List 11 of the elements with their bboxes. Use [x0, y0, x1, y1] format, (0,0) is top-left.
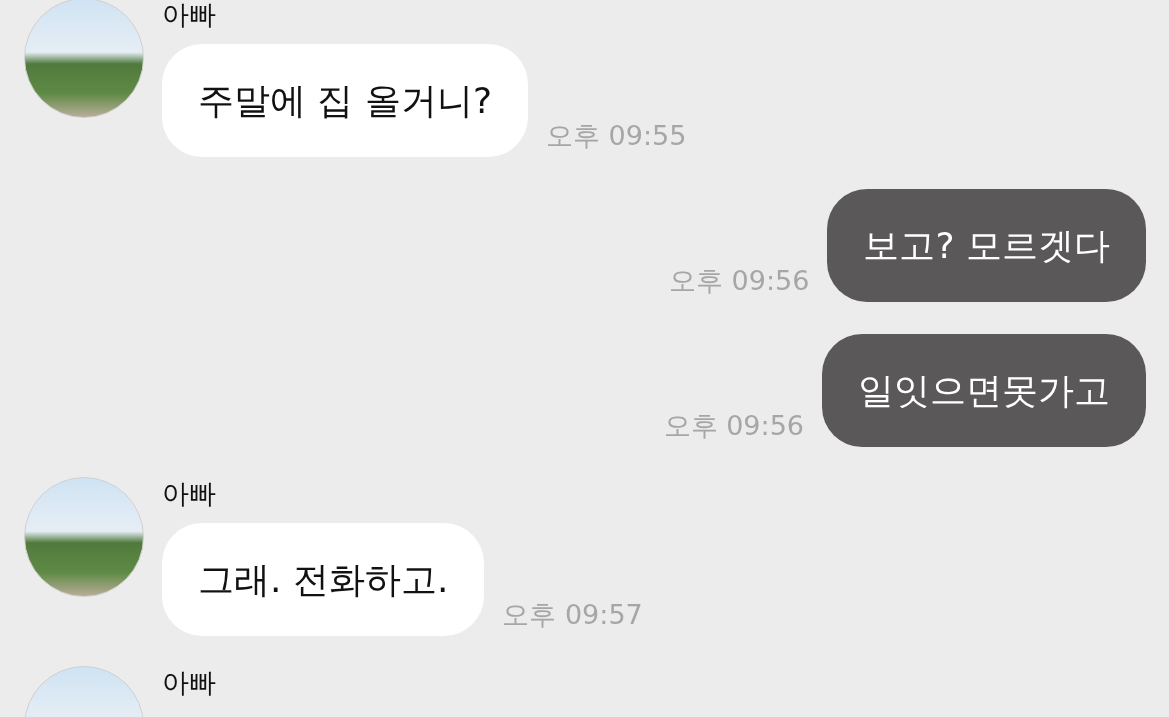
- message-time: 오후 09:55: [546, 119, 687, 153]
- message-bubble: 주말에 집 올거니?: [162, 44, 528, 157]
- sender-name: 아빠: [162, 0, 217, 30]
- sender-name: 아빠: [162, 479, 217, 509]
- message-time: 오후 09:57: [502, 598, 643, 632]
- message-bubble: 보고? 모르겟다: [827, 189, 1146, 302]
- message-bubble: 그래. 전화하고.: [162, 523, 485, 636]
- message-time: 오후 09:56: [663, 409, 804, 443]
- sender-name: 아빠: [162, 668, 216, 698]
- message-time: 오후 09:56: [669, 264, 810, 298]
- message-bubble: 일잇으면못가고: [822, 334, 1146, 447]
